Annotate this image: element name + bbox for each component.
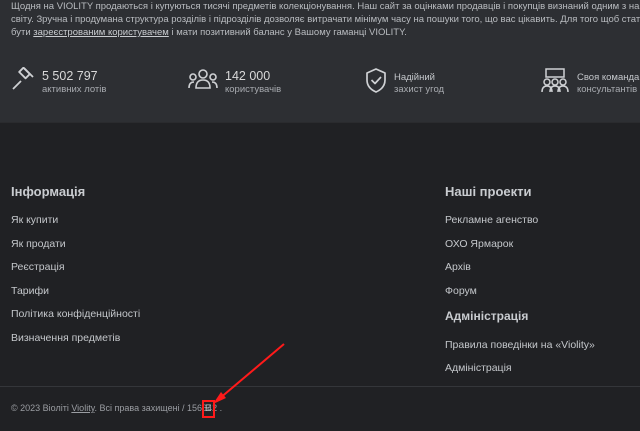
annotation-arrow (213, 343, 285, 404)
